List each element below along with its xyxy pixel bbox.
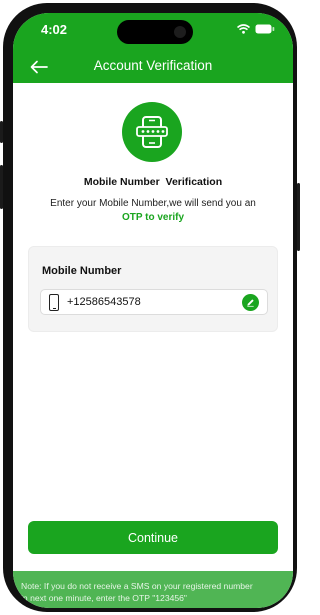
- battery-icon: [255, 24, 275, 34]
- edit-button[interactable]: [242, 294, 259, 311]
- mobile-number-card: Mobile Number +12586543578: [28, 246, 278, 332]
- otp-highlight: OTP to verify: [121, 212, 185, 223]
- camera-icon: [171, 23, 189, 41]
- continue-button[interactable]: Continue: [28, 521, 278, 554]
- verification-title: Mobile Number Verification: [83, 176, 223, 188]
- phone-frame: 4:02 Account Verification Mobile Number …: [0, 3, 300, 612]
- verification-badge: [122, 102, 182, 162]
- power-button: [297, 183, 300, 251]
- verification-description: Enter your Mobile Number,we will send yo…: [50, 198, 256, 209]
- action-button: [0, 121, 3, 143]
- note-line-2: in next one minute, enter the OTP "12345…: [21, 593, 187, 603]
- volume-button: [0, 165, 3, 209]
- app-header: 4:02 Account Verification: [13, 13, 293, 83]
- status-time: 4:02: [41, 22, 68, 37]
- status-icons: [237, 24, 275, 34]
- smartphone-icon: [49, 294, 59, 311]
- mobile-number-label: Mobile Number: [42, 265, 122, 277]
- note-line-1: Note: If you do not receive a SMS on you…: [21, 581, 253, 591]
- wifi-icon: [237, 24, 250, 34]
- phone-password-icon: [136, 116, 168, 148]
- sms-note: Note: If you do not receive a SMS on you…: [13, 571, 293, 608]
- pencil-icon: [247, 299, 254, 307]
- mobile-number-field[interactable]: +12586543578: [40, 289, 268, 315]
- mobile-number-value: +12586543578: [67, 296, 141, 308]
- page-title: Account Verification: [93, 58, 213, 73]
- screen: 4:02 Account Verification Mobile Number …: [13, 13, 293, 608]
